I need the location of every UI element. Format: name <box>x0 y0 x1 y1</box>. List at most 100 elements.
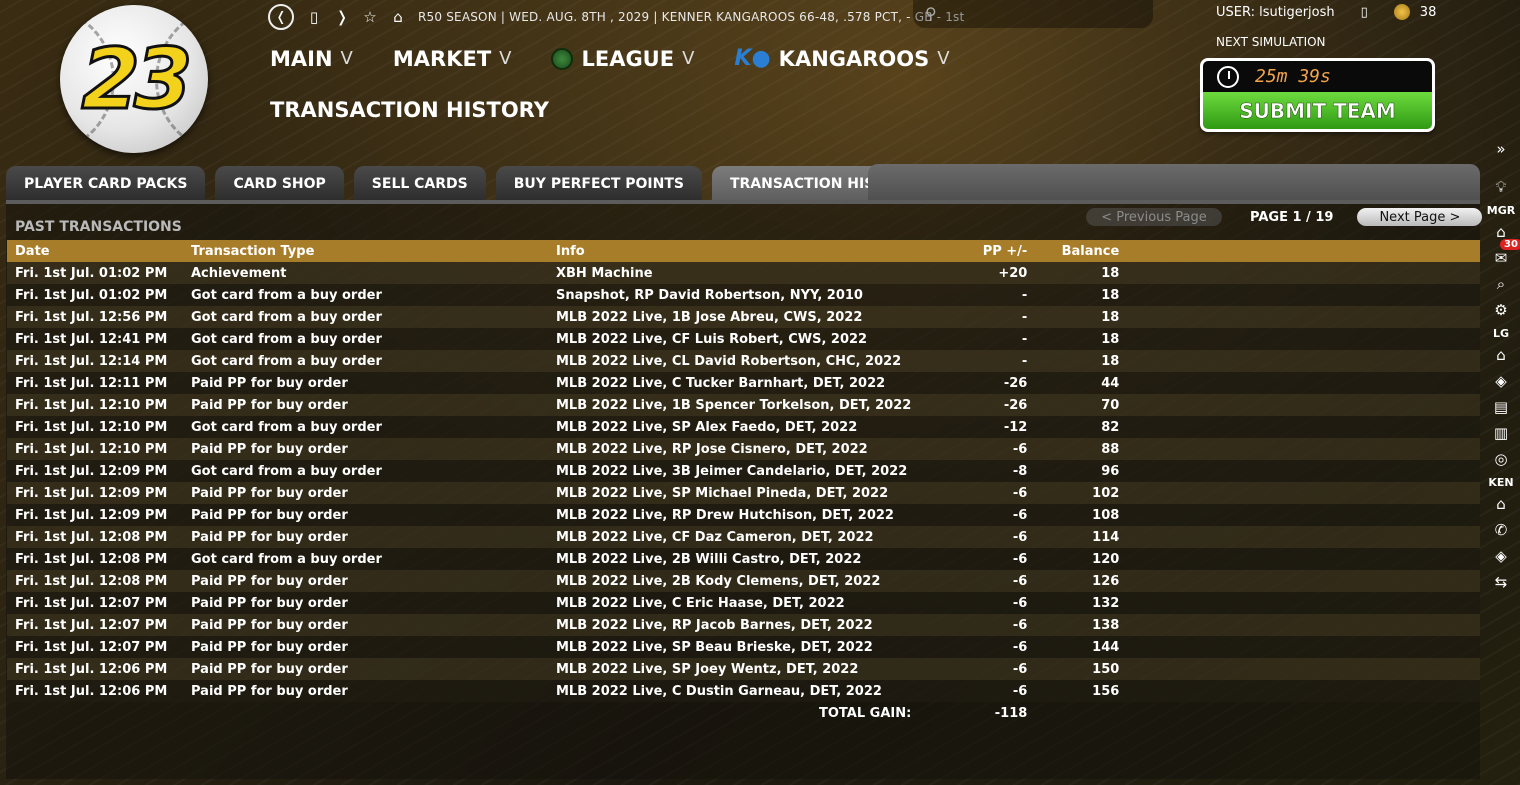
cell-spacer <box>1127 416 1480 438</box>
team-diamond-icon[interactable]: ◈ <box>1490 545 1512 567</box>
cell-type: Paid PP for buy order <box>183 636 548 658</box>
star-icon[interactable]: ☆ <box>362 8 378 26</box>
cell-info: XBH Machine <box>548 262 920 284</box>
chevron-down-icon: V <box>499 48 512 69</box>
table-row[interactable]: Fri. 1st Jul. 12:56 PM Got card from a bu… <box>7 306 1480 328</box>
table-row[interactable]: Fri. 1st Jul. 12:08 PM Got card from a bu… <box>7 548 1480 570</box>
column-header-pp[interactable]: PP +/- <box>919 240 1036 262</box>
team-logo-baseball[interactable]: 23 <box>60 5 208 153</box>
phone-icon[interactable]: ▯ <box>1361 5 1368 20</box>
tab-card-shop[interactable]: CARD SHOP <box>215 166 344 202</box>
table-row[interactable]: Fri. 1st Jul. 12:10 PM Paid PP for buy or… <box>7 394 1480 416</box>
table-row[interactable]: Fri. 1st Jul. 12:08 PM Paid PP for buy or… <box>7 570 1480 592</box>
cell-type: Got card from a buy order <box>183 284 548 306</box>
table-row[interactable]: Fri. 1st Jul. 12:11 PM Paid PP for buy or… <box>7 372 1480 394</box>
search-icon[interactable]: ⌕ <box>1490 273 1512 295</box>
submit-team-button[interactable]: SUBMIT TEAM <box>1200 92 1435 132</box>
right-sidebar: » 💡︎ MGR ⌂ ✉ 30 ⌕ ⚙ LG ⌂ ◈ ▤ ▥ ◎ KEN ⌂ ✆ … <box>1482 136 1520 595</box>
cell-pp: +20 <box>919 262 1036 284</box>
league-logo-icon <box>551 47 574 70</box>
cell-pp: -6 <box>919 548 1036 570</box>
column-header-info[interactable]: Info <box>548 240 920 262</box>
cell-type: Got card from a buy order <box>183 350 548 372</box>
cell-date: Fri. 1st Jul. 01:02 PM <box>7 262 183 284</box>
cell-type: Paid PP for buy order <box>183 680 548 702</box>
table-row[interactable]: Fri. 1st Jul. 12:08 PM Paid PP for buy or… <box>7 526 1480 548</box>
cell-info: MLB 2022 Live, RP Drew Hutchison, DET, 2… <box>548 504 920 526</box>
nav-league[interactable]: LEAGUE V <box>551 47 694 71</box>
cell-balance: 18 <box>1035 284 1128 306</box>
cell-date: Fri. 1st Jul. 12:10 PM <box>7 394 183 416</box>
mail-icon[interactable]: ✉ 30 <box>1490 239 1520 269</box>
tab-sell-cards[interactable]: SELL CARDS <box>353 166 486 202</box>
column-header-type[interactable]: Transaction Type <box>183 240 548 262</box>
previous-page-button[interactable]: < Previous Page <box>1086 208 1222 226</box>
nav-market[interactable]: MARKET V <box>393 47 512 71</box>
table-row[interactable]: Fri. 1st Jul. 12:07 PM Paid PP for buy or… <box>7 636 1480 658</box>
cell-date: Fri. 1st Jul. 12:08 PM <box>7 570 183 592</box>
table-row[interactable]: Fri. 1st Jul. 12:06 PM Paid PP for buy or… <box>7 680 1480 702</box>
search-input[interactable]: ⚲ <box>913 0 1153 28</box>
cell-info: MLB 2022 Live, 1B Jose Abreu, CWS, 2022 <box>548 306 920 328</box>
table-row[interactable]: Fri. 1st Jul. 12:14 PM Got card from a bu… <box>7 350 1480 372</box>
home-icon[interactable]: ⌂ <box>390 8 406 26</box>
table-row[interactable]: Fri. 1st Jul. 12:09 PM Paid PP for buy or… <box>7 482 1480 504</box>
cell-balance: 88 <box>1035 438 1128 460</box>
settings-gear-icon[interactable]: ⚙ <box>1490 299 1512 321</box>
next-page-button[interactable]: Next Page > <box>1357 208 1483 226</box>
cell-info: MLB 2022 Live, 1B Spencer Torkelson, DET… <box>548 394 920 416</box>
nav-team[interactable]: K● KANGAROOS V <box>734 46 949 71</box>
cell-info: MLB 2022 Live, 3B Jeimer Candelario, DET… <box>548 460 920 482</box>
team-phone-icon[interactable]: ✆ <box>1490 519 1512 541</box>
cell-pp: - <box>919 328 1036 350</box>
next-simulation-label: NEXT SIMULATION <box>1216 35 1326 49</box>
cell-type: Got card from a buy order <box>183 416 548 438</box>
tab-player-card-packs[interactable]: PLAYER CARD PACKS <box>6 166 206 202</box>
cell-type: Got card from a buy order <box>183 548 548 570</box>
transactions-table: Date Transaction Type Info PP +/- Balanc… <box>7 240 1480 724</box>
table-row[interactable]: Fri. 1st Jul. 12:07 PM Paid PP for buy or… <box>7 614 1480 636</box>
cell-pp: -6 <box>919 438 1036 460</box>
cell-info: MLB 2022 Live, 2B Kody Clemens, DET, 202… <box>548 570 920 592</box>
table-row[interactable]: Fri. 1st Jul. 12:10 PM Paid PP for buy or… <box>7 438 1480 460</box>
cell-info: MLB 2022 Live, SP Michael Pineda, DET, 2… <box>548 482 920 504</box>
column-header-balance[interactable]: Balance <box>1035 240 1128 262</box>
tab-buy-perfect-points[interactable]: BUY PERFECT POINTS <box>495 166 702 202</box>
phone-icon[interactable]: ▯ <box>306 8 322 26</box>
league-card-icon[interactable]: ▤ <box>1490 396 1512 418</box>
league-stats-icon[interactable]: ▥ <box>1490 422 1512 444</box>
table-row[interactable]: Fri. 1st Jul. 12:10 PM Got card from a bu… <box>7 416 1480 438</box>
cell-pp: -26 <box>919 394 1036 416</box>
collapse-sidebar-icon[interactable]: » <box>1490 138 1512 160</box>
table-row[interactable]: Fri. 1st Jul. 12:06 PM Paid PP for buy or… <box>7 658 1480 680</box>
table-row[interactable]: Fri. 1st Jul. 12:41 PM Got card from a bu… <box>7 328 1480 350</box>
total-value: -118 <box>994 705 1028 721</box>
cell-spacer <box>1127 306 1480 328</box>
league-baseball-icon[interactable]: ◎ <box>1490 448 1512 470</box>
column-header-date[interactable]: Date <box>7 240 183 262</box>
cell-info: MLB 2022 Live, 2B Willi Castro, DET, 202… <box>548 548 920 570</box>
table-row[interactable]: Fri. 1st Jul. 12:07 PM Paid PP for buy or… <box>7 592 1480 614</box>
cell-info: MLB 2022 Live, CF Daz Cameron, DET, 2022 <box>548 526 920 548</box>
cell-type: Paid PP for buy order <box>183 394 548 416</box>
cell-type: Paid PP for buy order <box>183 372 548 394</box>
table-row[interactable]: Fri. 1st Jul. 01:02 PM Got card from a bu… <box>7 284 1480 306</box>
search-icon: ⚲ <box>925 4 937 23</box>
league-home-icon[interactable]: ⌂ <box>1490 344 1512 366</box>
forward-icon[interactable]: ❭ <box>334 8 350 26</box>
table-row[interactable]: Fri. 1st Jul. 01:02 PM Achievement XBH Mac… <box>7 262 1480 284</box>
league-diamond-icon[interactable]: ◈ <box>1490 370 1512 392</box>
table-row[interactable]: Fri. 1st Jul. 12:09 PM Got card from a bu… <box>7 460 1480 482</box>
lightbulb-icon[interactable]: 💡︎ <box>1490 176 1512 198</box>
sidebar-label-mgr: MGR <box>1486 204 1516 217</box>
simulation-timer: 25m 39s <box>1200 58 1435 92</box>
logo-number: 23 <box>80 29 194 130</box>
main-nav: MAIN V MARKET V LEAGUE V K● KANGAROOS V <box>270 46 990 71</box>
username[interactable]: USER: lsutigerjosh <box>1216 5 1335 20</box>
team-transactions-icon[interactable]: ⇆ <box>1490 571 1512 593</box>
nav-main[interactable]: MAIN V <box>270 47 353 71</box>
cell-balance: 150 <box>1035 658 1128 680</box>
team-home-icon[interactable]: ⌂ <box>1490 493 1512 515</box>
back-icon[interactable]: ❬ <box>268 4 294 30</box>
table-row[interactable]: Fri. 1st Jul. 12:09 PM Paid PP for buy or… <box>7 504 1480 526</box>
